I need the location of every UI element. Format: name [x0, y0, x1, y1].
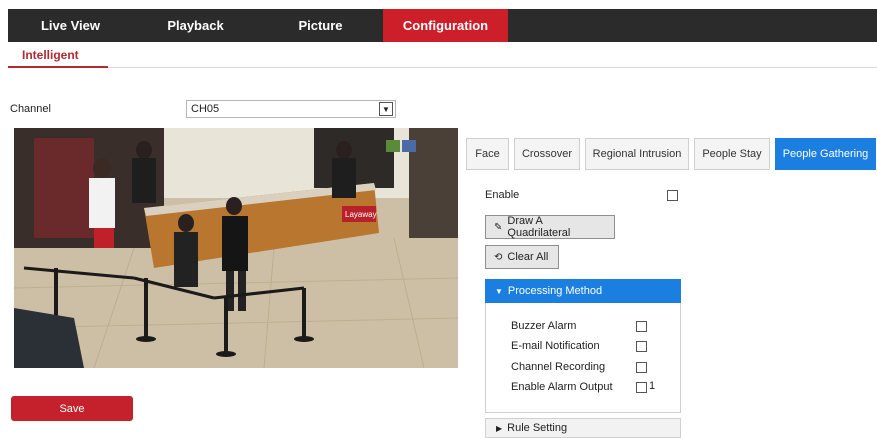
- channel-value: CH05: [191, 103, 220, 115]
- sub-nav: Intelligent: [8, 44, 877, 68]
- function-tabs: Face Crossover Regional Intrusion People…: [466, 138, 876, 170]
- email-notification-checkbox[interactable]: [636, 341, 647, 352]
- option-enable-alarm-output: Enable Alarm Output: [511, 380, 613, 394]
- channel-select[interactable]: CH05 ▼: [186, 100, 396, 118]
- alarm-output-1-checkbox[interactable]: [636, 382, 647, 393]
- video-caption: Layaway: [345, 210, 377, 219]
- option-label: E-mail Notification: [511, 340, 600, 352]
- caret-down-icon: ▼: [495, 286, 503, 296]
- camera-frame-image: Layaway: [14, 128, 458, 368]
- tab-face[interactable]: Face: [466, 138, 509, 170]
- enable-label: Enable: [485, 189, 520, 201]
- nav-picture[interactable]: Picture: [258, 9, 383, 42]
- option-label: Channel Recording: [511, 361, 606, 373]
- refresh-icon: ⟲: [494, 251, 503, 263]
- buzzer-alarm-checkbox[interactable]: [636, 321, 647, 332]
- clear-all-label: Clear All: [507, 251, 549, 263]
- draw-quadrilateral-label: Draw A Quadrilateral: [507, 215, 571, 239]
- processing-method-title: Processing Method: [507, 285, 603, 297]
- nav-configuration[interactable]: Configuration: [383, 9, 508, 42]
- option-label: Enable Alarm Output: [511, 381, 613, 393]
- option-channel-recording: Channel Recording: [511, 360, 605, 374]
- video-preview[interactable]: Layaway: [14, 128, 458, 368]
- option-buzzer-alarm: Buzzer Alarm: [511, 319, 576, 333]
- chevron-down-icon[interactable]: ▼: [379, 102, 393, 116]
- pencil-icon: ✎: [494, 221, 503, 233]
- option-label: Buzzer Alarm: [511, 320, 577, 332]
- subnav-intelligent[interactable]: Intelligent: [8, 44, 108, 68]
- processing-method-header[interactable]: ▼ Processing Method: [485, 279, 681, 303]
- top-nav: Live View Playback Picture Configuration: [8, 9, 877, 42]
- channel-recording-checkbox[interactable]: [636, 362, 647, 373]
- tab-people-stay[interactable]: People Stay: [694, 138, 770, 170]
- channel-label: Channel: [10, 103, 51, 115]
- draw-quadrilateral-button[interactable]: ✎ Draw A Quadrilateral: [485, 215, 615, 239]
- save-button[interactable]: Save: [11, 396, 133, 421]
- rule-setting-title: Rule Setting: [507, 422, 568, 434]
- tab-regional-intrusion[interactable]: Regional Intrusion: [585, 138, 689, 170]
- alarm-output-number: 1: [649, 380, 656, 392]
- enable-checkbox[interactable]: [667, 190, 678, 201]
- nav-live-view[interactable]: Live View: [8, 9, 133, 42]
- clear-all-button[interactable]: ⟲ Clear All: [485, 245, 559, 269]
- tab-people-gathering[interactable]: People Gathering: [775, 138, 876, 170]
- caret-right-icon: ▶: [496, 423, 503, 433]
- nav-playback[interactable]: Playback: [133, 9, 258, 42]
- processing-method-body: Buzzer Alarm E-mail Notification Channel…: [485, 303, 681, 413]
- option-email-notification: E-mail Notification: [511, 339, 600, 353]
- rule-setting-header[interactable]: ▶ Rule Setting: [485, 418, 681, 438]
- tab-crossover[interactable]: Crossover: [514, 138, 580, 170]
